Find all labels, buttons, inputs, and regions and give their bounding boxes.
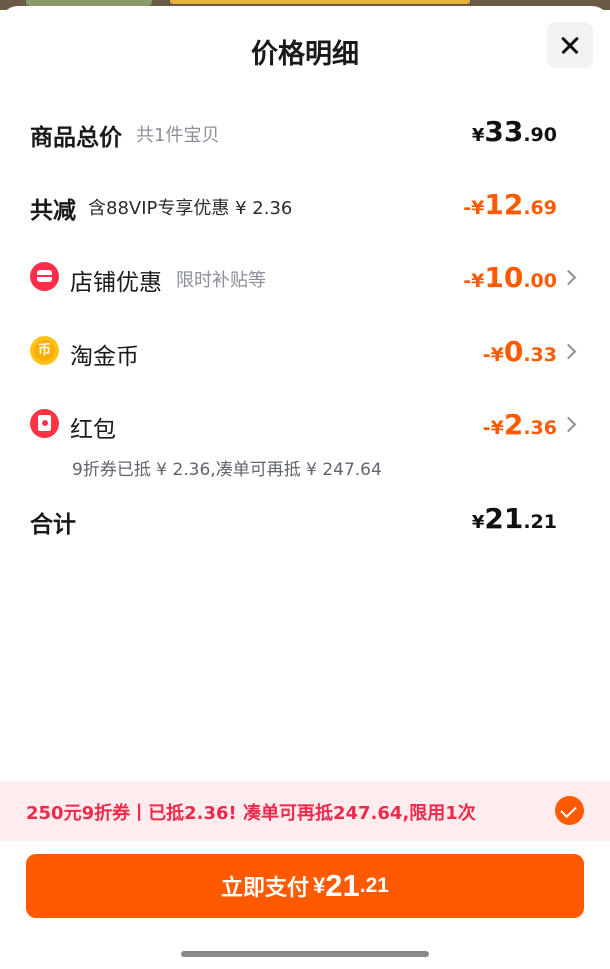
sum-label: 合计 [30, 512, 76, 538]
store-icon [30, 262, 59, 291]
red-packet-label: 红包 [70, 417, 116, 443]
check-circle-icon[interactable] [555, 796, 584, 825]
pay-currency: ¥ [313, 873, 326, 898]
red-packet-note: 9折券已抵 ¥ 2.36,凑单可再抵 ¥ 247.64 [72, 460, 382, 480]
pay-amount-dec: .21 [359, 874, 389, 897]
pay-amount-int: 21 [325, 868, 360, 903]
store-discount-value: - ¥10.00 [463, 261, 557, 294]
vip-discount-note: 含88VIP专享优惠 ¥ 2.36 [88, 198, 293, 219]
sheet-title: 价格明细 [251, 39, 359, 70]
total-price-label: 商品总价 [30, 125, 122, 151]
coupon-bar[interactable]: 250元9折券丨已抵2.36! 凑单可再抵247.64,限用1次 [0, 781, 610, 841]
home-indicator [181, 951, 429, 957]
background-banner [170, 0, 470, 4]
pay-now-label: 立即支付 [221, 875, 310, 900]
reduction-value: - ¥12.69 [463, 188, 557, 221]
reduction-label: 共减 [30, 198, 76, 224]
store-discount-label: 店铺优惠 [70, 270, 162, 296]
store-discount-note: 限时补贴等 [176, 270, 266, 291]
close-button[interactable] [547, 22, 593, 68]
coin-value: - ¥0.33 [482, 335, 557, 368]
red-packet-value: - ¥2.36 [482, 408, 557, 441]
total-price-value: ¥33.90 [471, 115, 557, 148]
coin-label: 淘金币 [70, 344, 139, 370]
item-count: 共1件宝贝 [136, 125, 220, 146]
coupon-text: 250元9折券丨已抵2.36! 凑单可再抵247.64,限用1次 [26, 803, 476, 824]
red-packet-icon [30, 409, 59, 438]
coin-icon: 币 [30, 336, 59, 365]
sum-value: ¥21.21 [471, 502, 557, 535]
pay-now-button[interactable]: 立即支付 ¥21.21 [26, 854, 584, 918]
